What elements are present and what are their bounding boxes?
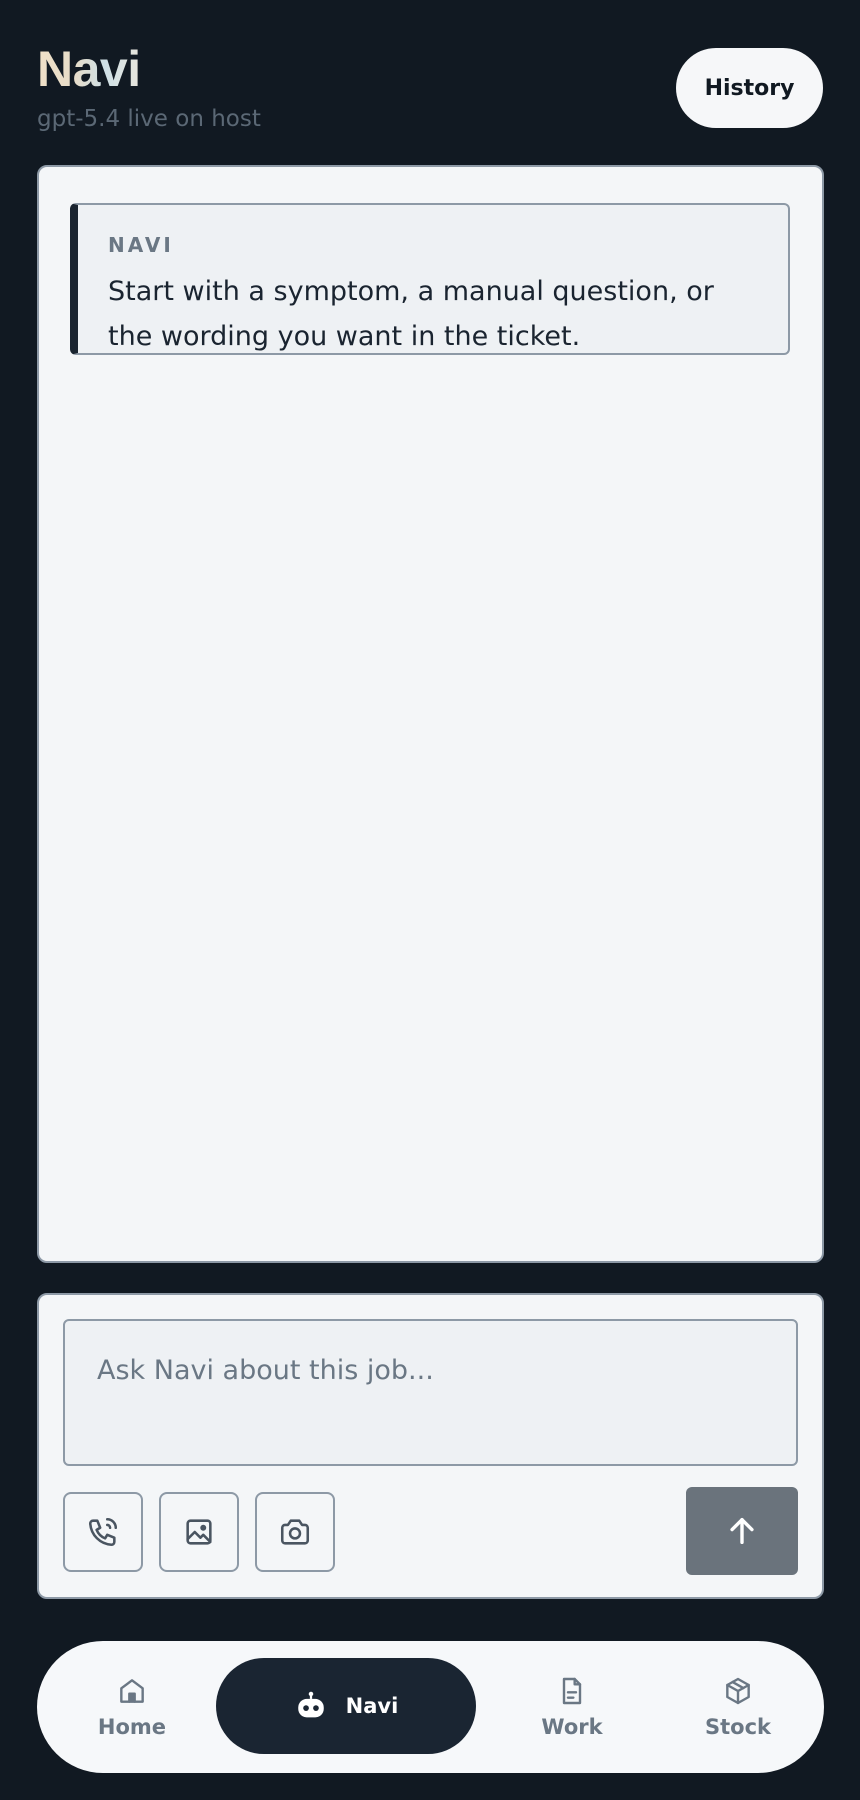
history-button[interactable]: History bbox=[676, 48, 823, 128]
nav-item-label: Stock bbox=[704, 1715, 771, 1739]
nav-item-work[interactable]: Work bbox=[507, 1641, 637, 1773]
bottom-nav: Home Navi Work Stock bbox=[37, 1641, 824, 1773]
camera-button[interactable] bbox=[255, 1492, 335, 1572]
message-input[interactable] bbox=[63, 1319, 798, 1466]
arrow-up-icon bbox=[730, 1517, 754, 1545]
chat-panel[interactable]: NAVI Start with a symptom, a manual ques… bbox=[37, 165, 824, 1263]
camera-icon bbox=[280, 1519, 310, 1545]
nav-item-label: Navi bbox=[345, 1694, 399, 1718]
page-title: Navi bbox=[37, 41, 141, 97]
model-status-text: gpt-5.4 live on host bbox=[37, 106, 261, 132]
box-icon bbox=[726, 1677, 750, 1705]
send-button[interactable] bbox=[686, 1487, 798, 1575]
message-author: NAVI bbox=[108, 233, 174, 257]
phone-call-icon bbox=[88, 1517, 118, 1547]
call-button[interactable] bbox=[63, 1492, 143, 1572]
nav-item-label: Home bbox=[97, 1715, 167, 1739]
nav-item-stock[interactable]: Stock bbox=[673, 1641, 803, 1773]
nav-item-home[interactable]: Home bbox=[67, 1641, 197, 1773]
document-icon bbox=[562, 1677, 582, 1705]
image-icon bbox=[186, 1519, 212, 1545]
attach-image-button[interactable] bbox=[159, 1492, 239, 1572]
nav-item-label: Work bbox=[541, 1715, 603, 1739]
home-icon bbox=[120, 1679, 144, 1703]
assistant-message: NAVI Start with a symptom, a manual ques… bbox=[70, 203, 790, 355]
app-root: Navi gpt-5.4 live on host History NAVI S… bbox=[0, 0, 860, 1800]
page-header: Navi gpt-5.4 live on host History bbox=[37, 40, 823, 140]
message-text: Start with a symptom, a manual question,… bbox=[108, 276, 714, 352]
robot-icon bbox=[297, 1691, 324, 1718]
composer bbox=[37, 1293, 824, 1599]
nav-item-navi[interactable]: Navi bbox=[216, 1658, 476, 1754]
